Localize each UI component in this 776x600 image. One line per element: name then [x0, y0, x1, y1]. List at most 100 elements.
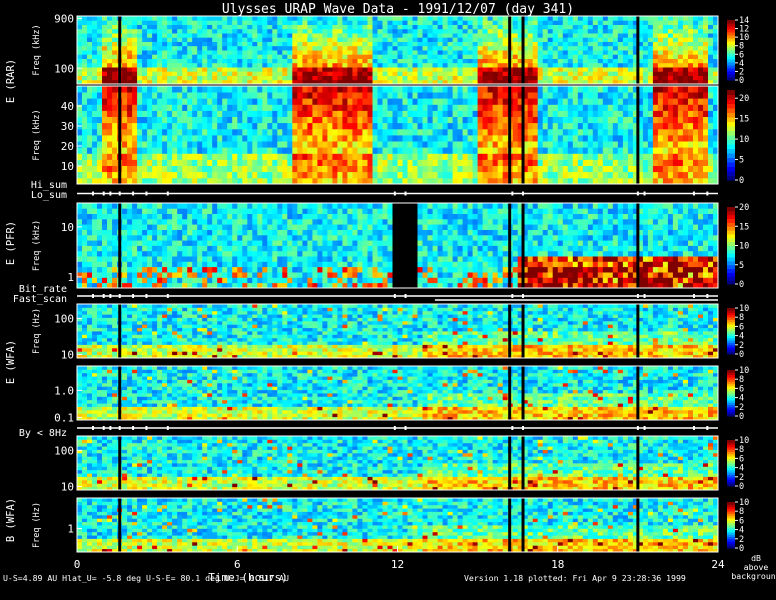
spectrogram-cell	[137, 33, 142, 38]
spectrogram-cell	[563, 67, 568, 72]
spectrogram-cell	[197, 37, 202, 42]
spectrogram-cell	[468, 42, 473, 47]
spectrogram-cell	[548, 117, 553, 124]
spectrogram-cell	[87, 129, 92, 136]
spectrogram-cell	[307, 240, 312, 246]
spectrogram-cell	[608, 141, 613, 148]
spectrogram-cell	[122, 246, 127, 252]
spectrogram-cell	[102, 50, 107, 55]
spectrogram-cell	[378, 135, 383, 142]
spectrogram-cell	[137, 153, 142, 160]
spectrogram-cell	[368, 104, 373, 111]
spectrogram-cell	[418, 98, 423, 105]
spectrogram-cell	[337, 86, 342, 93]
spectrogram-cell	[202, 235, 207, 241]
spectrogram-cell	[262, 33, 267, 38]
spectrogram-cell	[317, 71, 322, 76]
spectrogram-cell	[277, 59, 282, 64]
spectrogram-cell	[503, 172, 508, 179]
spectrogram-cell	[167, 153, 172, 160]
burst-stripe	[522, 86, 525, 184]
spectrogram-cell	[468, 92, 473, 99]
spectrogram-cell	[92, 272, 97, 278]
spectrogram-cell	[172, 37, 177, 42]
spectrogram-cell	[157, 172, 162, 179]
spectrogram-cell	[212, 111, 217, 118]
spectrogram-cell	[332, 71, 337, 76]
spectrogram-cell	[678, 98, 683, 105]
spectrogram-cell	[207, 178, 212, 185]
spectrogram-cell	[307, 208, 312, 214]
spectrogram-cell	[653, 86, 658, 93]
spectrogram-cell	[513, 25, 518, 30]
spectrogram-cell	[177, 111, 182, 118]
spectrogram-cell	[317, 117, 322, 124]
spectrogram-cell	[317, 208, 322, 214]
spectrogram-cell	[207, 76, 212, 81]
spectrogram-cell	[373, 76, 378, 81]
spectrogram-cell	[217, 67, 222, 72]
spectrogram-cell	[693, 178, 698, 185]
spectrogram-cell	[357, 37, 362, 42]
spectrogram-cell	[277, 272, 282, 278]
spectrogram-cell	[107, 76, 112, 81]
spectrogram-cell	[463, 29, 468, 34]
spectrogram-cell	[237, 46, 242, 51]
spectrogram-cell	[428, 160, 433, 167]
spectrogram-cell	[162, 172, 167, 179]
spectrogram-cell	[463, 111, 468, 118]
spectrogram-cell	[688, 42, 693, 47]
spectrogram-cell	[282, 141, 287, 148]
spectrogram-cell	[653, 37, 658, 42]
spectrogram-cell	[503, 166, 508, 173]
spectrogram-cell	[282, 235, 287, 241]
spectrogram-cell	[227, 172, 232, 179]
spectrogram-cell	[683, 178, 688, 185]
spectrogram-cell	[408, 172, 413, 179]
spectrogram-cell	[643, 50, 648, 55]
spectrogram-cell	[403, 54, 408, 59]
spectrogram-cell	[463, 172, 468, 179]
spectrogram-cell	[538, 123, 543, 130]
spectrogram-cell	[267, 135, 272, 142]
spectrogram-cell	[167, 208, 172, 214]
spectrogram-cell	[428, 16, 433, 21]
spectrogram-cell	[473, 76, 478, 81]
spectrogram-cell	[182, 166, 187, 173]
spectrogram-cell	[388, 153, 393, 160]
spectrogram-cell	[267, 230, 272, 236]
spectrogram-cell	[172, 67, 177, 72]
spectrogram-cell	[162, 86, 167, 93]
spectrogram-cell	[362, 117, 367, 124]
spectrogram-cell	[588, 20, 593, 25]
spectrogram-cell	[152, 267, 157, 273]
spectrogram-cell	[357, 141, 362, 148]
spectrogram-cell	[282, 54, 287, 59]
spectrogram-cell	[408, 178, 413, 185]
spectrogram-cell	[92, 50, 97, 55]
spectrogram-cell	[102, 224, 107, 230]
spectrogram-cell	[127, 117, 132, 124]
spectrogram-cell	[282, 33, 287, 38]
spectrogram-cell	[187, 46, 192, 51]
spectrogram-cell	[77, 261, 82, 267]
spectrogram-cell	[292, 251, 297, 257]
spectrogram-cell	[688, 178, 693, 185]
spectrogram-cell	[152, 251, 157, 257]
spectrogram-cell	[648, 86, 653, 93]
spectrogram-cell	[317, 54, 322, 59]
spectrogram-cell	[277, 251, 282, 257]
spectrogram-cell	[212, 50, 217, 55]
spectrogram-cell	[703, 63, 708, 68]
spectrogram-cell	[413, 123, 418, 130]
spectrogram-cell	[327, 135, 332, 142]
spectrogram-cell	[187, 246, 192, 252]
spectrogram-cell	[282, 25, 287, 30]
spectrogram-cell	[222, 37, 227, 42]
spectrogram-cell	[82, 214, 87, 220]
spectrogram-cell	[533, 117, 538, 124]
spectrogram-cell	[77, 20, 82, 25]
spectrogram-cell	[272, 76, 277, 81]
spectrogram-cell	[347, 141, 352, 148]
spectrogram-cell	[112, 230, 117, 236]
